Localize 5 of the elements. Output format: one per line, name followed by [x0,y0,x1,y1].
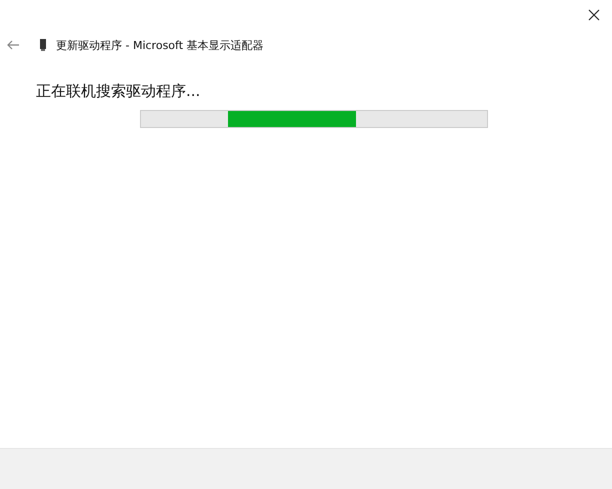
status-text: 正在联机搜索驱动程序... [36,81,202,102]
window-title: 更新驱动程序 - Microsoft 基本显示适配器 [56,38,264,52]
close-icon[interactable] [588,9,600,21]
device-icon [40,39,46,51]
back-arrow-icon[interactable] [7,40,19,50]
